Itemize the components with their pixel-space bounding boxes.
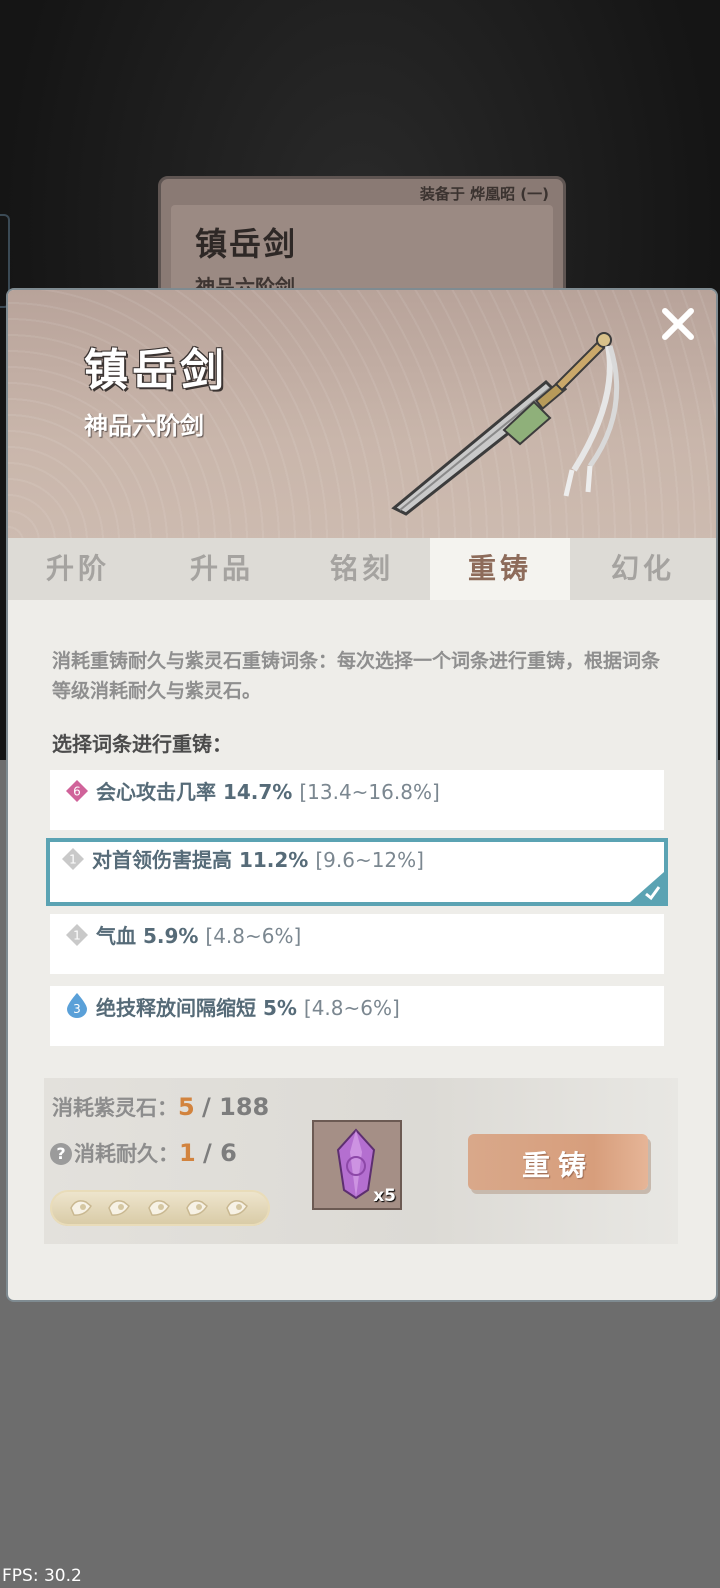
weapon-header: 镇岳剑 神品六阶剑: [8, 290, 716, 542]
svg-text:3: 3: [73, 1002, 81, 1016]
tab-transform[interactable]: 幻化: [570, 538, 716, 600]
weapon-grade: 神品六阶剑: [84, 412, 204, 440]
equipped-label: 装备于 烨凰昭 (一): [419, 185, 549, 203]
durability-pip-icon: [148, 1200, 170, 1216]
checkmark-icon: [630, 872, 664, 902]
durability-pip-icon: [108, 1200, 130, 1216]
durability-pip-icon: [70, 1200, 92, 1216]
stat-range: [9.6~12%]: [315, 848, 424, 872]
stat-entry[interactable]: 6 会心攻击几率 14.7% [13.4~16.8%]: [50, 770, 664, 830]
level-badge-icon: 1: [66, 924, 88, 946]
tab-upgrade-tier[interactable]: 升阶: [8, 538, 148, 600]
durability-current: 1: [179, 1139, 196, 1167]
close-icon[interactable]: [658, 304, 698, 344]
weapon-name: 镇岳剑: [84, 345, 228, 396]
stat-entry[interactable]: 1 气血 5.9% [4.8~6%]: [50, 914, 664, 974]
reforge-description: 消耗重铸耐久与紫灵石重铸词条：每次选择一个词条进行重铸，根据词条等级消耗耐久与紫…: [52, 650, 661, 702]
durability-cost: ? 消耗耐久：1 / 6: [50, 1138, 237, 1168]
level-badge-icon: 6: [66, 780, 88, 802]
item-count: x5: [373, 1186, 396, 1206]
durability-bar: [50, 1190, 270, 1226]
stone-cost-total: / 188: [202, 1093, 270, 1121]
cost-panel: 消耗紫灵石：5 / 188 ? 消耗耐久：1 / 6 x5 重铸: [44, 1078, 678, 1244]
water-drop-level-icon: 3: [67, 993, 87, 1018]
stat-entry-text: 对首领伤害提高 11.2% [9.6~12%]: [92, 848, 424, 872]
background-card-name: 镇岳剑: [195, 225, 298, 263]
stat-range: [13.4~16.8%]: [299, 780, 440, 804]
durability-total: / 6: [203, 1139, 237, 1167]
svg-text:1: 1: [73, 929, 81, 943]
durability-pip-icon: [186, 1200, 208, 1216]
stat-entry-text: 绝技释放间隔缩短 5% [4.8~6%]: [96, 996, 400, 1020]
purple-stone-item[interactable]: x5: [312, 1120, 402, 1210]
fps-counter: FPS: 30.2: [2, 1566, 82, 1586]
tab-upgrade-grade[interactable]: 升品: [152, 538, 292, 600]
durability-pip-icon: [226, 1200, 248, 1216]
tab-reforge[interactable]: 重铸: [430, 538, 570, 600]
svg-text:6: 6: [73, 785, 81, 799]
stone-cost: 消耗紫灵石：5 / 188: [52, 1093, 270, 1121]
stat-entry-text: 气血 5.9% [4.8~6%]: [96, 924, 302, 948]
stat-entry-selected[interactable]: 1 对首领伤害提高 11.2% [9.6~12%]: [46, 838, 668, 906]
stone-cost-current: 5: [178, 1093, 195, 1121]
select-entry-prompt: 选择词条进行重铸：: [52, 732, 232, 756]
tab-inscribe[interactable]: 铭刻: [292, 538, 432, 600]
sword-icon: [391, 332, 620, 516]
stat-entry[interactable]: 3 绝技释放间隔缩短 5% [4.8~6%]: [50, 986, 664, 1046]
stat-range: [4.8~6%]: [205, 924, 302, 948]
help-icon[interactable]: ?: [50, 1143, 72, 1165]
stat-entry-text: 会心攻击几率 14.7% [13.4~16.8%]: [96, 780, 440, 804]
stat-range: [4.8~6%]: [303, 996, 400, 1020]
svg-text:1: 1: [69, 853, 77, 867]
tab-bar: 升阶 升品 铭刻 重铸 幻化: [8, 538, 716, 600]
level-badge-icon: 1: [62, 848, 84, 870]
reforge-modal: 镇岳剑 神品六阶剑 升阶 升品 铭刻 重铸 幻化 消耗重铸耐久与紫灵石重铸词条：…: [6, 288, 718, 1302]
reforge-button[interactable]: 重铸: [468, 1134, 648, 1190]
